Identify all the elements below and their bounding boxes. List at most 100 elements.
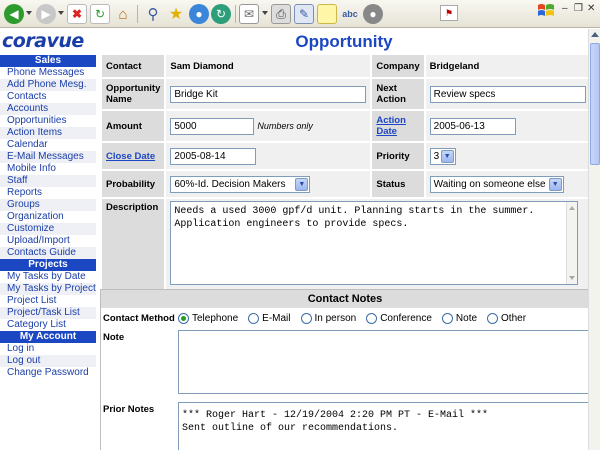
scrollbar-thumb[interactable] [590, 43, 600, 165]
description-textarea[interactable]: Needs a used 3000 gpf/d unit. Planning s… [170, 201, 579, 285]
sidebar-item[interactable]: Upload/Import [0, 235, 96, 247]
coravue-logo[interactable]: coravue [2, 30, 98, 52]
mail-dropdown-icon[interactable] [262, 11, 268, 15]
next-action-label: Next Action [372, 79, 424, 109]
scroll-up-icon[interactable] [591, 32, 599, 37]
action-date-input[interactable] [429, 117, 516, 135]
back-dropdown-icon[interactable] [26, 11, 32, 15]
scroll-up-icon[interactable] [569, 206, 576, 210]
radio-button-icon[interactable] [487, 312, 499, 324]
sidebar-item[interactable]: Customize [0, 223, 96, 235]
sidebar-item[interactable]: Opportunities [0, 115, 96, 127]
contact-value: Sam Diamond [166, 55, 371, 77]
contact-method-option-label: In person [314, 312, 357, 324]
sidebar-item[interactable]: Log out [0, 355, 96, 367]
contact-label: Contact [102, 55, 165, 77]
stop-icon[interactable]: ✖ [67, 4, 87, 24]
forward-icon[interactable]: ▶ [36, 4, 56, 24]
contact-notes-heading: Contact Notes [101, 290, 588, 308]
sidebar-item[interactable]: Contacts Guide [0, 247, 96, 259]
radio-button-icon[interactable] [300, 312, 312, 324]
close-date-link[interactable]: Close Date [106, 151, 155, 162]
contact-method-option-label: Note [455, 312, 478, 324]
sidebar-item[interactable]: Project List [0, 295, 96, 307]
description-scrollbar[interactable] [566, 202, 578, 284]
search-icon[interactable]: ⚲ [143, 4, 163, 24]
sidebar-item[interactable]: My Tasks by Project [0, 283, 96, 295]
probability-select-value: 60%-Id. Decision Makers [174, 178, 286, 190]
status-select-value: Waiting on someone else [433, 178, 546, 190]
sidebar-item[interactable]: Accounts [0, 103, 96, 115]
sidebar-heading: Sales [0, 55, 96, 67]
contact-method-option[interactable]: E-Mail [248, 312, 291, 324]
print-icon[interactable]: ⎙ [271, 4, 291, 24]
description-text: Needs a used 3000 gpf/d unit. Planning s… [174, 206, 535, 230]
close-window-icon[interactable]: ✕ [587, 3, 595, 14]
mail-icon[interactable]: ✉ [239, 4, 259, 24]
sidebar-item[interactable]: Groups [0, 199, 96, 211]
sidebar-item[interactable]: Action Items [0, 127, 96, 139]
home-icon[interactable]: ⌂ [113, 4, 133, 24]
next-action-input[interactable] [429, 85, 586, 103]
contact-method-option[interactable]: Other [487, 312, 527, 324]
probability-select[interactable]: 60%-Id. Decision Makers ▼ [170, 175, 311, 193]
contact-method-option[interactable]: Note [441, 312, 478, 324]
opportunity-name-input[interactable] [170, 85, 367, 103]
probability-label: Probability [102, 171, 165, 197]
sidebar-item[interactable]: E-Mail Messages [0, 151, 96, 163]
prior-notes-text: *** Roger Hart - 12/19/2004 2:20 PM PT -… [178, 402, 588, 450]
contact-method-option[interactable]: Telephone [178, 312, 238, 324]
status-label: Status [372, 171, 424, 197]
sidebar-item[interactable]: Mobile Info [0, 163, 96, 175]
sidebar-item[interactable]: Staff [0, 175, 96, 187]
sidebar-item[interactable]: Organization [0, 211, 96, 223]
popup-blocker-icon[interactable]: ⚑ [440, 5, 458, 21]
restore-icon[interactable]: ❐ [574, 3, 583, 14]
close-date-input[interactable] [170, 147, 257, 165]
history-icon[interactable]: ↻ [211, 4, 231, 24]
sidebar-item[interactable]: My Tasks by Date [0, 271, 96, 283]
sidebar-item[interactable]: Change Password [0, 367, 96, 379]
page-scrollbar[interactable] [588, 29, 600, 450]
sidebar-item[interactable]: Reports [0, 187, 96, 199]
sidebar: Sales Phone Messages Add Phone Mesg. Contac… [0, 55, 96, 379]
chevron-down-icon: ▼ [295, 177, 309, 191]
action-date-link[interactable]: Action Date [376, 115, 406, 137]
note-textarea[interactable] [178, 330, 588, 394]
favorites-icon[interactable]: ★ [166, 4, 186, 24]
sidebar-section: Log in Log out Change Password [0, 343, 96, 379]
back-icon[interactable]: ◀ [4, 4, 24, 24]
spellcheck-icon[interactable]: abc [340, 4, 360, 24]
forward-dropdown-icon[interactable] [58, 11, 64, 15]
sidebar-item[interactable]: Project/Task List [0, 307, 96, 319]
sidebar-item[interactable]: Log in [0, 343, 96, 355]
messenger-icon[interactable]: ● [363, 4, 383, 24]
browser-toolbar: ◀ ▶ ✖ ↻ ⌂ ⚲ ★ ● ↻ ✉ ⎙ ✎ abc ● ⚑ – ❐ ✕ [0, 0, 600, 28]
contact-method-radios: Telephone E-Mail In person Conference Note Ot… [178, 312, 536, 324]
sidebar-item[interactable]: Calendar [0, 139, 96, 151]
edit-icon[interactable]: ✎ [294, 4, 314, 24]
scroll-down-icon[interactable] [569, 276, 576, 280]
radio-button-icon[interactable] [366, 312, 378, 324]
sidebar-heading: My Account [0, 331, 96, 343]
status-select[interactable]: Waiting on someone else ▼ [429, 175, 564, 193]
contact-method-option[interactable]: Conference [366, 312, 432, 324]
priority-select[interactable]: 3 ▼ [429, 147, 456, 165]
radio-button-icon[interactable] [248, 312, 260, 324]
sidebar-item[interactable]: Phone Messages [0, 67, 96, 79]
media-icon[interactable]: ● [189, 4, 209, 24]
contact-method-option[interactable]: In person [300, 312, 357, 324]
sidebar-item[interactable]: Add Phone Mesg. [0, 79, 96, 91]
sidebar-item[interactable]: Contacts [0, 91, 96, 103]
contact-method-option-label: Other [501, 312, 527, 324]
contact-method-row: Contact Method Telephone E-Mail In person C… [101, 308, 588, 328]
sidebar-item[interactable]: Category List [0, 319, 96, 331]
amount-input[interactable] [170, 117, 255, 135]
refresh-icon[interactable]: ↻ [90, 4, 110, 24]
minimize-icon[interactable]: – [562, 3, 568, 14]
discuss-icon[interactable] [317, 4, 337, 24]
chevron-down-icon: ▼ [548, 177, 562, 191]
radio-button-icon[interactable] [441, 312, 453, 324]
radio-button-icon[interactable] [178, 312, 189, 324]
page-title: Opportunity [100, 30, 588, 53]
